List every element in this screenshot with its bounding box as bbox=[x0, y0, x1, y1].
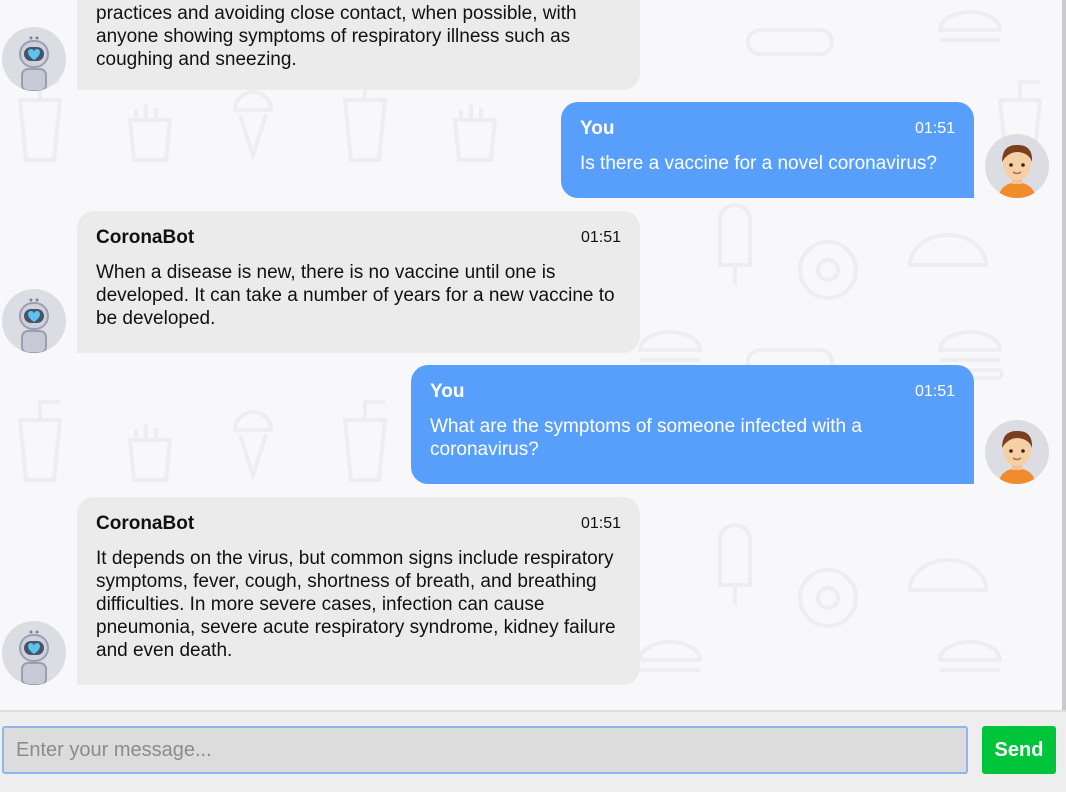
user-message: You 01:51 What are the symptoms of someo… bbox=[411, 365, 974, 484]
message-text: When a disease is new, there is no vacci… bbox=[96, 262, 615, 329]
bot-message: CoronaBot 01:51 When a disease is new, t… bbox=[77, 211, 640, 353]
robot-icon bbox=[19, 36, 49, 91]
message-text: It depends on the virus, but common sign… bbox=[96, 548, 616, 661]
boy-avatar-icon bbox=[999, 430, 1035, 484]
message-time: 01:51 bbox=[914, 383, 955, 400]
message-text: What are the symptoms of someone infecte… bbox=[430, 416, 862, 460]
robot-icon bbox=[19, 630, 49, 685]
sender-name: You bbox=[430, 381, 465, 402]
message-text: practices and avoiding close contact, wh… bbox=[96, 3, 577, 70]
message-input[interactable] bbox=[2, 726, 968, 774]
bot-message: practices and avoiding close contact, wh… bbox=[77, 0, 640, 90]
message-time: 01:51 bbox=[914, 120, 955, 137]
send-button[interactable]: Send bbox=[982, 726, 1056, 774]
message-time: 01:51 bbox=[580, 229, 621, 246]
boy-avatar-icon bbox=[999, 144, 1035, 198]
chat-scrollbar[interactable] bbox=[1062, 0, 1066, 710]
bot-message: CoronaBot 01:51 It depends on the virus,… bbox=[77, 497, 640, 685]
bot-avatar bbox=[2, 27, 66, 91]
user-message: You 01:51 Is there a vaccine for a novel… bbox=[561, 102, 974, 198]
robot-icon bbox=[19, 298, 49, 353]
bot-avatar bbox=[2, 621, 66, 685]
chat-area[interactable]: practices and avoiding close contact, wh… bbox=[0, 0, 1062, 710]
user-avatar bbox=[985, 134, 1049, 198]
user-avatar bbox=[985, 420, 1049, 484]
sender-name: CoronaBot bbox=[96, 513, 195, 534]
bot-avatar bbox=[2, 289, 66, 353]
message-time: 01:51 bbox=[580, 515, 621, 532]
message-input-area: Send bbox=[0, 710, 1066, 792]
sender-name: CoronaBot bbox=[96, 227, 195, 248]
message-text: Is there a vaccine for a novel coronavir… bbox=[580, 153, 937, 174]
sender-name: You bbox=[580, 118, 615, 139]
